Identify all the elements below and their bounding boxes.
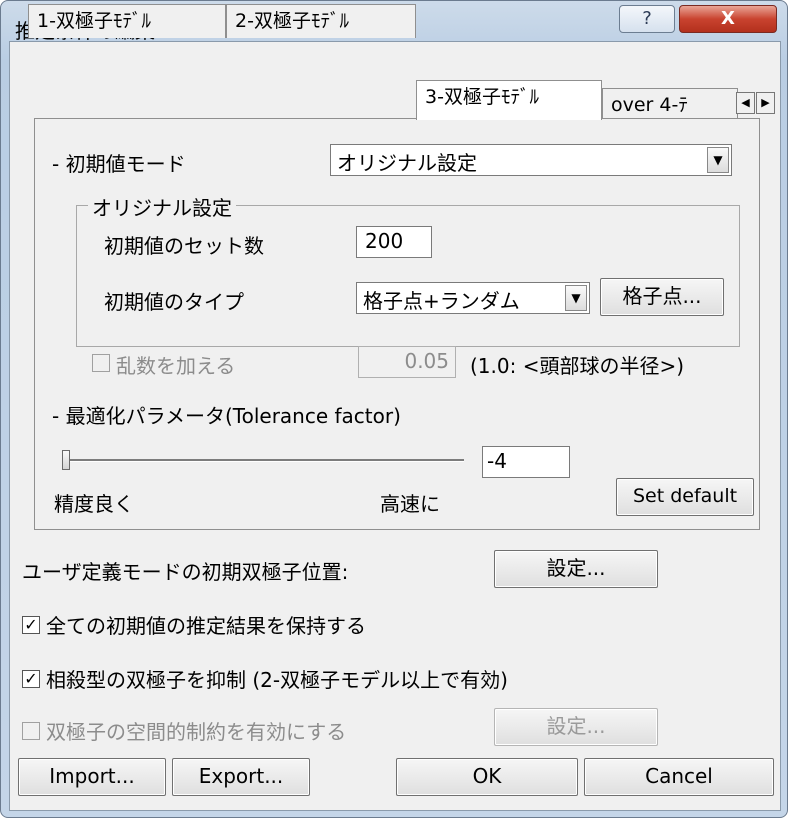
tab-scroll-left-button[interactable]: ◀: [736, 92, 755, 114]
tolerance-slider-thumb[interactable]: [62, 450, 70, 470]
import-button[interactable]: Import...: [18, 758, 166, 796]
set-default-button[interactable]: Set default: [616, 478, 754, 516]
add-random-checkbox[interactable]: [92, 354, 110, 372]
tolerance-value-input[interactable]: -4: [482, 446, 570, 478]
tolerance-value: -4: [487, 449, 507, 473]
set-count-value: 200: [365, 229, 404, 253]
help-button[interactable]: ?: [619, 5, 675, 33]
random-value: 0.05: [404, 349, 449, 373]
tab-scroll-right-button[interactable]: ▶: [756, 92, 775, 114]
random-note: (1.0: <頭部球の半径>): [470, 354, 685, 378]
set-count-label: 初期値のセット数: [104, 234, 264, 258]
initial-mode-label: - 初期値モード: [52, 152, 186, 176]
user-mode-settings-button[interactable]: 設定...: [494, 550, 658, 588]
spatial-settings-button[interactable]: 設定...: [494, 708, 658, 746]
slider-fast-label: 高速に: [380, 492, 440, 516]
spatial-constraint-label: 双極子の空間的制約を有効にする: [46, 720, 347, 744]
keep-all-results-checkbox[interactable]: ✓: [22, 616, 40, 634]
tab-1-dipole[interactable]: 1-双極子ﾓﾃﾞﾙ: [28, 4, 226, 38]
cancel-button[interactable]: Cancel: [584, 758, 774, 796]
tolerance-slider-track[interactable]: [62, 459, 464, 462]
chevron-down-icon[interactable]: ▼: [707, 147, 729, 173]
tab-2-dipole[interactable]: 2-双極子ﾓﾃﾞﾙ: [226, 4, 416, 38]
grid-points-button[interactable]: 格子点...: [600, 278, 724, 316]
tab-3-dipole[interactable]: 3-双極子ﾓﾃﾞﾙ: [416, 80, 602, 120]
slider-accurate-label: 精度良く: [54, 492, 134, 516]
initial-type-label: 初期値のタイプ: [104, 290, 244, 314]
chevron-down-icon[interactable]: ▼: [565, 285, 587, 311]
suppress-cancel-dipole-checkbox[interactable]: ✓: [22, 670, 40, 688]
user-mode-label: ユーザ定義モードの初期双極子位置:: [22, 560, 349, 584]
tab-over-4[interactable]: over 4-ﾃ: [602, 88, 738, 122]
original-settings-group-title: オリジナル設定: [88, 192, 236, 221]
random-value-input[interactable]: 0.05: [358, 346, 456, 378]
close-button[interactable]: X: [679, 5, 777, 33]
keep-all-results-label: 全ての初期値の推定結果を保持する: [46, 614, 366, 638]
initial-type-value: 格子点+ランダム: [363, 289, 520, 313]
add-random-label: 乱数を加える: [116, 354, 236, 378]
suppress-cancel-dipole-label: 相殺型の双極子を抑制 (2-双極子モデル以上で有効): [46, 668, 508, 692]
optimization-label: - 最適化パラメータ(Tolerance factor): [52, 404, 401, 428]
initial-mode-value: オリジナル設定: [337, 151, 477, 175]
spatial-constraint-checkbox[interactable]: [22, 722, 40, 740]
ok-button[interactable]: OK: [396, 758, 578, 796]
export-button[interactable]: Export...: [172, 758, 310, 796]
initial-type-select[interactable]: 格子点+ランダム ▼: [356, 282, 590, 314]
initial-mode-select[interactable]: オリジナル設定 ▼: [330, 144, 732, 176]
set-count-input[interactable]: 200: [356, 226, 432, 258]
